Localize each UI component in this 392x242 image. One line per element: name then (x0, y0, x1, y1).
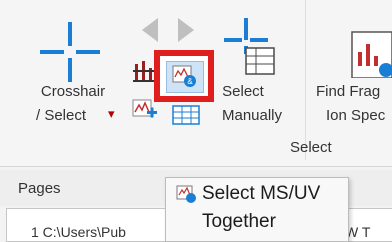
select-manually-button[interactable]: Select Manually (210, 10, 296, 132)
select-ms-uv-button[interactable]: & (154, 50, 214, 102)
select-manually-label-line1: Select (222, 83, 264, 100)
page-item-path: 1 C:\Users\Pub (31, 224, 126, 240)
crosshair-label-line2: / Select (35, 107, 87, 124)
back-arrow-icon[interactable] (138, 16, 160, 44)
spectrum-table-icon[interactable] (172, 104, 200, 128)
peak-select-icon[interactable] (132, 60, 156, 84)
find-fragment-button[interactable]: Find Frag Ion Spec (314, 10, 392, 132)
pages-label: Pages (18, 180, 61, 197)
tooltip-subtitle: Together (202, 211, 276, 232)
select-ms-uv-icon (176, 185, 196, 203)
select-ms-uv-button-face: & (166, 61, 204, 93)
crosshair-label-line1: Crosshair (40, 83, 106, 100)
crosshair-icon (40, 22, 100, 82)
select-group-label: Select (290, 139, 332, 156)
tooltip-title: Select MS/UV (202, 183, 321, 204)
select-manually-label-line2: Manually (221, 107, 283, 124)
svg-text:&: & (187, 77, 193, 86)
crosshair-dropdown-icon[interactable]: ▾ (108, 106, 115, 122)
find-fragment-label-line2: Ion Spec (326, 107, 386, 124)
find-fragment-icon (351, 31, 392, 78)
forward-arrow-icon[interactable] (176, 16, 198, 44)
ribbon-divider (305, 0, 306, 160)
select-manually-icon (224, 18, 275, 75)
ribbon: Crosshair / Select ▾ & Select Manually F… (0, 0, 392, 167)
find-fragment-label-line1: Find Frag (316, 83, 381, 100)
tooltip: Select MS/UV Together (165, 177, 349, 242)
select-ms-uv-icon: & (172, 65, 196, 87)
crosshair-select-button[interactable]: Crosshair / Select ▾ (20, 14, 132, 132)
